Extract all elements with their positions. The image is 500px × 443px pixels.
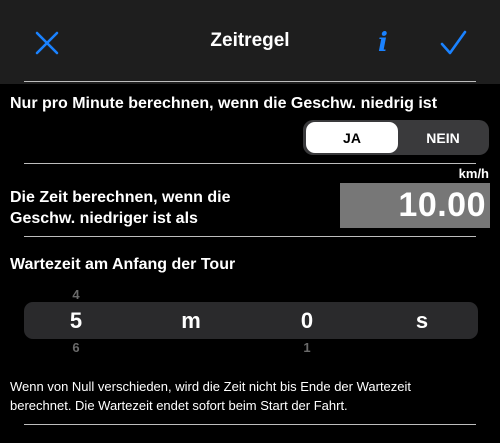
threshold-label-line2: Geschw. niedriger ist als [10, 210, 198, 227]
picker-seconds-unit: s [415, 308, 429, 333]
divider [24, 163, 476, 164]
picker-seconds-value[interactable]: 0 [292, 308, 322, 334]
close-icon [35, 31, 59, 55]
waiting-time-note: Wenn von Null verschieden, wird die Zeit… [10, 377, 495, 415]
divider [24, 236, 476, 237]
picker-seconds-below: 1 [303, 340, 311, 355]
checkmark-icon [440, 30, 467, 55]
per-minute-segmented-control: JA NEIN [303, 120, 489, 155]
info-icon: i [378, 28, 388, 58]
picker-minutes-below: 6 [72, 340, 80, 355]
threshold-label-line1: Die Zeit berechnen, wenn die [10, 189, 231, 206]
note-line2: berechnet. Die Wartezeit endet sofort be… [10, 398, 348, 413]
divider [24, 424, 476, 425]
divider [24, 81, 476, 82]
navigation-bar: Zeitregel i [0, 0, 500, 84]
picker-minutes-above: 4 [72, 287, 80, 302]
speed-threshold-input[interactable]: 10.00 [340, 183, 490, 228]
confirm-button[interactable] [436, 26, 470, 60]
speed-unit-label: km/h [458, 166, 489, 181]
page-title: Zeitregel [210, 30, 290, 51]
per-minute-label: Nur pro Minute berechnen, wenn die Gesch… [10, 95, 438, 112]
picker-minutes-unit: m [181, 308, 201, 333]
threshold-label: Die Zeit berechnen, wenn die Geschw. nie… [10, 187, 231, 229]
speed-threshold-value: 10.00 [398, 186, 486, 224]
info-button[interactable]: i [368, 26, 398, 60]
segment-ja[interactable]: JA [306, 122, 398, 153]
picker-minutes-value[interactable]: 5 [61, 308, 91, 334]
note-line1: Wenn von Null verschieden, wird die Zeit… [10, 379, 412, 394]
segment-nein[interactable]: NEIN [400, 122, 486, 153]
close-button[interactable] [30, 28, 64, 58]
waiting-time-label: Wartezeit am Anfang der Tour [10, 256, 236, 273]
